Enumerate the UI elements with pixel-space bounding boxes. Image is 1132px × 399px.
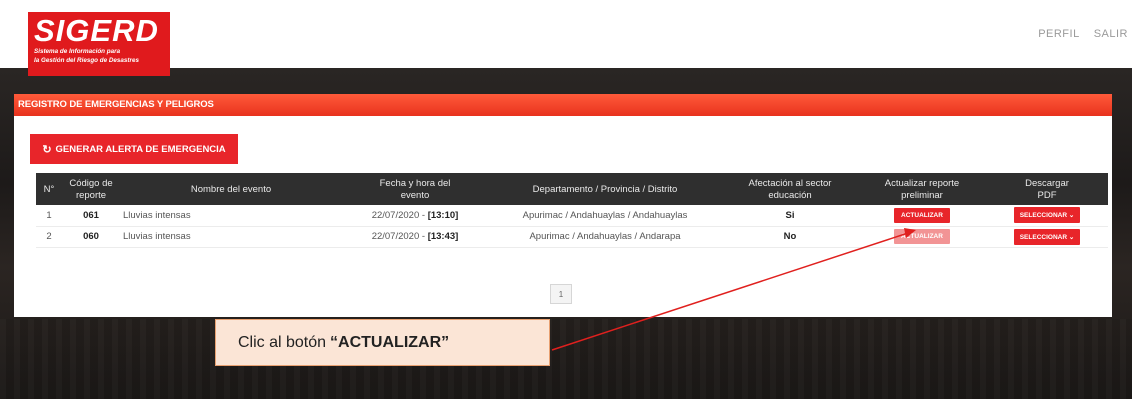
header-update-report: Actualizar reporte preliminar: [884, 177, 960, 201]
sigerd-logo[interactable]: SIGERD Sistema de Información para la Ge…: [28, 12, 170, 76]
table-row: 2 060 Lluvias intensas 22/07/2020 - [13:…: [36, 226, 1108, 248]
row-num: 2: [36, 226, 62, 248]
row-location: Apurimac / Andahuaylas / Andarapa: [488, 226, 722, 248]
logo-subtitle-line-2: la Gestión del Riesgo de Desastres: [34, 57, 139, 64]
table-row: 1 061 Lluvias intensas 22/07/2020 - [13:…: [36, 205, 1108, 227]
update-button[interactable]: ACTUALIZAR: [894, 207, 950, 223]
generate-alert-label: GENERAR ALERTA DE EMERGENCIA: [55, 143, 226, 155]
header-event-name: Nombre del evento: [190, 183, 272, 195]
header-download-pdf: Descargar PDF: [1025, 177, 1069, 201]
header-code: Código de reporte: [69, 177, 113, 201]
callout-prefix: Clic al botón: [238, 333, 327, 351]
row-download-cell: SELECCIONAR ⌄: [986, 226, 1108, 248]
row-code: 060: [62, 226, 120, 248]
header-num: N°: [43, 183, 55, 195]
row-download-cell: SELECCIONAR ⌄: [986, 205, 1108, 227]
logo-subtitle-line-1: Sistema de Información para: [34, 48, 121, 55]
select-pdf-dropdown[interactable]: SELECCIONAR ⌄: [1013, 228, 1081, 245]
emergency-table: N° Código de reporte Nombre del evento Fe…: [36, 173, 1108, 248]
table-header-row: N° Código de reporte Nombre del evento Fe…: [36, 173, 1108, 205]
row-education-impact: Si: [722, 205, 858, 227]
header-datetime: Fecha y hora del evento: [379, 177, 451, 201]
row-education-impact: No: [722, 226, 858, 248]
generate-emergency-alert-button[interactable]: ↻ GENERAR ALERTA DE EMERGENCIA: [30, 134, 238, 164]
instruction-callout: Clic al botón “ACTUALIZAR”: [215, 319, 550, 366]
row-datetime: 22/07/2020 - [13:10]: [342, 205, 488, 227]
emergency-registry-panel: REGISTRO DE EMERGENCIAS Y PELIGROS ↻ GEN…: [14, 94, 1112, 317]
header-location: Departamento / Provincia / Distrito: [532, 183, 678, 195]
profile-link[interactable]: PERFIL: [1038, 28, 1080, 40]
top-nav: PERFIL SALIR: [1038, 28, 1128, 40]
header-education-impact: Afectación al sector educación: [748, 177, 832, 201]
panel-title: REGISTRO DE EMERGENCIAS Y PELIGROS: [14, 94, 1112, 116]
select-pdf-dropdown[interactable]: SELECCIONAR ⌄: [1013, 207, 1081, 224]
row-update-cell: ACTUALIZAR: [858, 226, 986, 248]
callout-target: “ACTUALIZAR”: [330, 333, 450, 351]
logo-title: SIGERD: [34, 13, 159, 48]
row-event: Lluvias intensas: [120, 205, 342, 227]
row-num: 1: [36, 205, 62, 227]
pagination-page-button[interactable]: 1: [550, 284, 572, 304]
row-datetime: 22/07/2020 - [13:43]: [342, 226, 488, 248]
logout-link[interactable]: SALIR: [1094, 28, 1128, 40]
refresh-icon: ↻: [42, 143, 52, 156]
row-event: Lluvias intensas: [120, 226, 342, 248]
row-location: Apurimac / Andahuaylas / Andahuaylas: [488, 205, 722, 227]
row-update-cell: ACTUALIZAR: [858, 205, 986, 227]
update-button-disabled: ACTUALIZAR: [894, 229, 950, 244]
row-code: 061: [62, 205, 120, 227]
